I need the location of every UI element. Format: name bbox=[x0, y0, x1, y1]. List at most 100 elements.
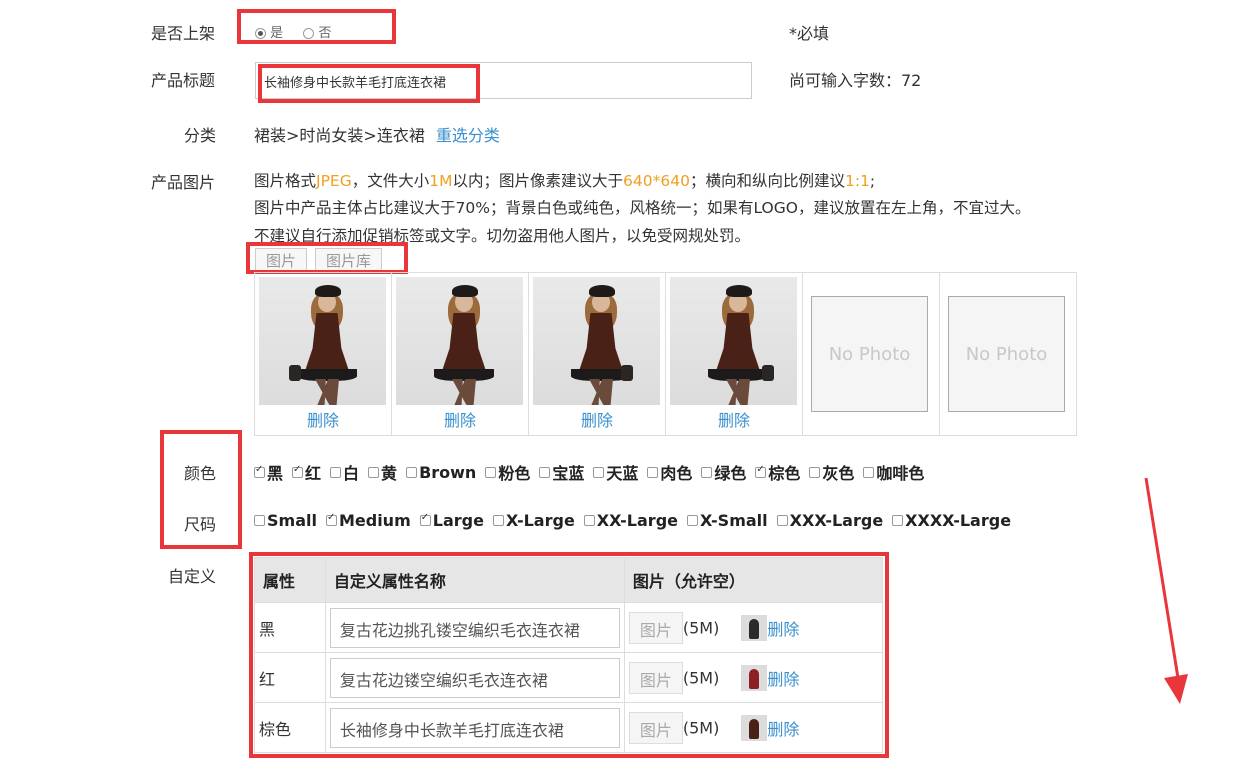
size-option-label: X-Large bbox=[505, 511, 575, 530]
images-desc-line1: 图片格式JPEG，文件大小1M以内；图片像素建议大于640*640；横向和纵向比… bbox=[254, 169, 875, 191]
desc-size: 1M bbox=[429, 172, 453, 190]
product-photo[interactable] bbox=[533, 277, 660, 405]
category-label: 分类 bbox=[184, 126, 217, 145]
size-option[interactable]: XX-Large bbox=[583, 511, 678, 530]
color-options: 黑 红 白 黄 Brown 粉色 宝蓝 天蓝 肉色 绿色 棕色 灰色 咖啡色 bbox=[254, 460, 933, 484]
desc-pixels: 640*640 bbox=[623, 172, 690, 190]
product-photo[interactable] bbox=[396, 277, 523, 405]
color-option-label: 黄 bbox=[381, 464, 398, 483]
size-checkbox[interactable] bbox=[892, 515, 904, 526]
color-option[interactable]: 黑 bbox=[254, 460, 283, 484]
size-option[interactable]: Large bbox=[419, 511, 484, 530]
size-checkbox[interactable] bbox=[583, 515, 595, 526]
highlight-box-shelf bbox=[237, 9, 396, 44]
image-grid: 删除 删除 删除 删除 No Photo No Photo bbox=[254, 272, 1077, 436]
no-photo-placeholder[interactable]: No Photo bbox=[811, 296, 928, 412]
color-option[interactable]: 白 bbox=[330, 460, 359, 484]
color-option-label: 咖啡色 bbox=[876, 464, 925, 483]
image-cell: 删除 bbox=[529, 273, 666, 435]
size-option[interactable]: Small bbox=[254, 511, 317, 530]
color-option[interactable]: 天蓝 bbox=[593, 460, 638, 484]
color-option-label: 红 bbox=[305, 464, 322, 483]
color-option[interactable]: 红 bbox=[292, 460, 321, 484]
color-checkbox[interactable] bbox=[330, 466, 342, 478]
color-checkbox[interactable] bbox=[701, 466, 713, 478]
desc-text: ；横向和纵向比例建议 bbox=[689, 172, 845, 190]
image-cell: No Photo bbox=[940, 273, 1076, 435]
reselect-category-link[interactable]: 重选分类 bbox=[436, 126, 500, 145]
color-option[interactable]: 绿色 bbox=[701, 460, 746, 484]
color-option-label: 肉色 bbox=[660, 464, 693, 483]
size-option-label: XX-Large bbox=[596, 511, 678, 530]
highlight-box-title bbox=[258, 64, 480, 103]
color-checkbox[interactable] bbox=[593, 466, 605, 478]
color-checkbox[interactable] bbox=[539, 466, 551, 478]
size-option-label: Large bbox=[432, 511, 484, 530]
size-option[interactable]: Medium bbox=[325, 511, 411, 530]
color-checkbox[interactable] bbox=[292, 464, 304, 478]
image-cell: No Photo bbox=[803, 273, 940, 435]
desc-text: 图片格式 bbox=[254, 172, 317, 190]
color-checkbox[interactable] bbox=[647, 466, 659, 478]
color-option[interactable]: Brown bbox=[406, 463, 476, 482]
size-checkbox[interactable] bbox=[419, 512, 431, 526]
size-checkbox[interactable] bbox=[687, 515, 698, 526]
color-option[interactable]: 灰色 bbox=[809, 460, 854, 484]
size-option[interactable]: XXX-Large bbox=[776, 511, 884, 530]
custom-label: 自定义 bbox=[168, 567, 217, 586]
color-option[interactable]: 棕色 bbox=[755, 460, 800, 484]
images-desc-line2: 图片中产品主体占比建议大于70%；背景白色或纯色，风格统一；如果有LOGO，建议… bbox=[254, 199, 1031, 217]
color-option-label: 天蓝 bbox=[606, 464, 639, 483]
size-checkbox[interactable] bbox=[492, 515, 504, 526]
size-label: 尺码 bbox=[184, 515, 217, 534]
color-option[interactable]: 咖啡色 bbox=[863, 460, 924, 484]
size-checkbox[interactable] bbox=[776, 515, 788, 526]
color-option[interactable]: 黄 bbox=[368, 460, 397, 484]
category-path: 裙装>时尚女装>连衣裙 bbox=[254, 126, 425, 145]
color-checkbox[interactable] bbox=[254, 464, 265, 478]
delete-photo-link[interactable]: 删除 bbox=[255, 407, 391, 431]
color-option[interactable]: 宝蓝 bbox=[539, 460, 584, 484]
size-option-label: XXX-Large bbox=[789, 511, 884, 530]
image-cell: 删除 bbox=[666, 273, 803, 435]
size-checkbox[interactable] bbox=[254, 515, 265, 526]
delete-photo-link[interactable]: 删除 bbox=[666, 407, 802, 431]
product-photo[interactable] bbox=[259, 277, 386, 405]
color-option-label: 白 bbox=[343, 464, 360, 483]
size-checkbox[interactable] bbox=[325, 512, 337, 526]
desc-ratio: 1:1 bbox=[844, 172, 870, 190]
size-option[interactable]: XXXX-Large bbox=[892, 511, 1011, 530]
image-cell: 删除 bbox=[255, 273, 392, 435]
size-option-label: XXXX-Large bbox=[905, 511, 1012, 530]
desc-text: ，文件大小 bbox=[351, 172, 430, 190]
color-option-label: 棕色 bbox=[768, 464, 801, 483]
size-option-label: X-Small bbox=[700, 511, 768, 530]
color-checkbox[interactable] bbox=[368, 466, 380, 478]
size-options: Small Medium Large X-Large XX-Large X-Sm… bbox=[254, 511, 1020, 530]
arrow-down-icon bbox=[1144, 478, 1188, 704]
color-checkbox[interactable] bbox=[485, 466, 497, 478]
desc-text: 以内；图片像素建议大于 bbox=[452, 172, 624, 190]
size-option-label: Medium bbox=[338, 511, 411, 530]
color-option[interactable]: 粉色 bbox=[485, 460, 530, 484]
delete-photo-link[interactable]: 删除 bbox=[529, 407, 665, 431]
image-cell: 删除 bbox=[392, 273, 529, 435]
product-photo[interactable] bbox=[670, 277, 797, 405]
color-checkbox[interactable] bbox=[863, 466, 875, 478]
color-checkbox[interactable] bbox=[755, 464, 767, 478]
size-option[interactable]: X-Large bbox=[492, 511, 575, 530]
no-photo-placeholder[interactable]: No Photo bbox=[948, 296, 1065, 412]
color-option-label: 粉色 bbox=[498, 464, 531, 483]
delete-photo-link[interactable]: 删除 bbox=[392, 407, 528, 431]
size-option[interactable]: X-Small bbox=[687, 511, 768, 530]
required-note: *必填 bbox=[789, 24, 830, 43]
shelf-label: 是否上架 bbox=[151, 24, 216, 43]
color-option-label: 绿色 bbox=[714, 464, 747, 483]
color-checkbox[interactable] bbox=[809, 466, 821, 478]
color-option[interactable]: 肉色 bbox=[647, 460, 692, 484]
category-row: 裙装>时尚女装>连衣裙 重选分类 bbox=[254, 122, 500, 146]
color-option-label: 灰色 bbox=[822, 464, 855, 483]
color-label: 颜色 bbox=[184, 464, 217, 483]
color-option-label: 宝蓝 bbox=[552, 464, 585, 483]
color-checkbox[interactable] bbox=[406, 466, 418, 478]
